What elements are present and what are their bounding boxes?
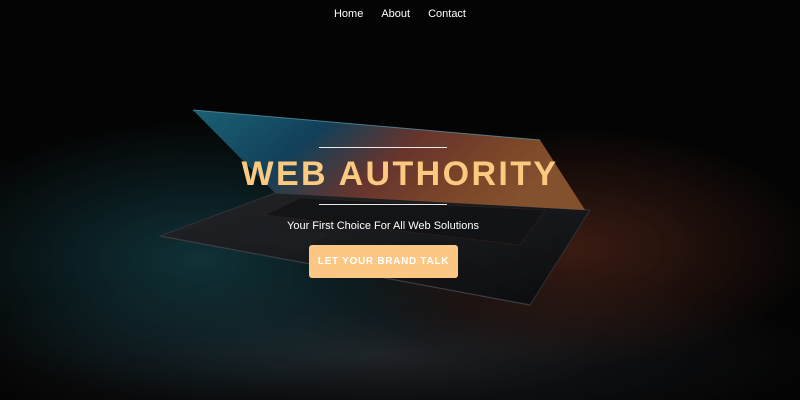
hero-subtitle: Your First Choice For All Web Solutions: [287, 220, 479, 232]
title-divider-top: [319, 147, 447, 148]
title-divider-bottom: [319, 204, 447, 205]
cta-button[interactable]: LET YOUR BRAND TALK: [309, 245, 458, 278]
hero-section: WEB AUTHORITY Your First Choice For All …: [0, 0, 800, 400]
hero-title: WEB AUTHORITY: [241, 155, 559, 193]
landing-page: Home About Contact WEB AUTHORITY Your Fi…: [0, 0, 800, 400]
